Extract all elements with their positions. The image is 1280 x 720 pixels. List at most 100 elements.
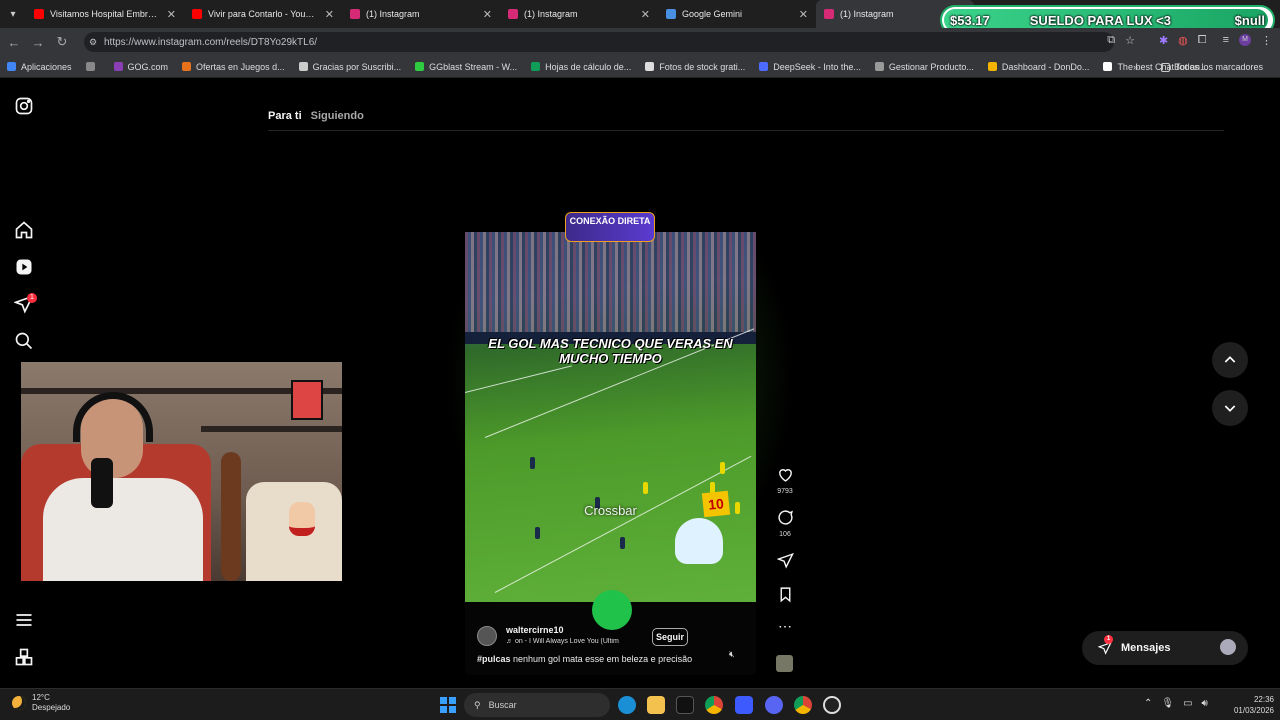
webcam-plush-toy (289, 502, 315, 536)
heart-icon (778, 469, 792, 482)
bookmark-item[interactable]: GGblast Stream - W... (408, 62, 524, 72)
extension-red-icon[interactable]: ◍ (1178, 34, 1188, 47)
bookmark-item[interactable]: DeepSeek - Into the... (752, 62, 868, 72)
player (643, 482, 648, 494)
discord-icon[interactable] (765, 696, 783, 714)
hashtag-link[interactable]: #pulcas (477, 654, 511, 664)
bookmark-favicon-icon (759, 62, 769, 71)
bookmark-label: Gracias por Suscribi... (312, 61, 402, 72)
folder-icon (1160, 62, 1170, 72)
reload-icon[interactable]: ↻ (50, 34, 74, 50)
reel-audio[interactable]: ♬ on - I Will Always Love You (Ultim (506, 638, 641, 645)
system-tray: ⌃ 🎙︎ ▭ 🔊︎ (1144, 698, 1208, 709)
file-explorer-icon[interactable] (647, 696, 665, 714)
messages-badge: 1 (1104, 635, 1113, 644)
tab-favicon-icon (34, 9, 44, 19)
bookmark-icon (780, 587, 790, 603)
bookmark-label: Gestionar Producto... (888, 61, 974, 72)
tab-siguiendo[interactable]: Siguiendo (311, 110, 364, 122)
site-info-icon[interactable]: ⚙ (89, 37, 97, 48)
start-button[interactable] (440, 697, 456, 713)
like-button[interactable]: 9793 (772, 466, 798, 495)
bookmark-label: Aplicaciones (21, 61, 72, 72)
display-icon[interactable]: ▭ (1183, 698, 1192, 709)
taskbar-search[interactable]: ⚲ Buscar (464, 693, 610, 717)
all-bookmarks-folder[interactable]: Todos los marcadores (1154, 62, 1270, 72)
microphone-icon[interactable]: 🎙︎ (1161, 698, 1174, 709)
bookmark-label: Fotos de stock grati... (659, 61, 746, 72)
edge-icon[interactable] (618, 696, 636, 714)
webcam-poster (291, 380, 323, 420)
bookmark-item[interactable]: Hojas de cálculo de... (524, 62, 638, 72)
reels-icon[interactable] (14, 257, 34, 277)
more-menu-icon[interactable] (14, 610, 34, 630)
taskbar-clock[interactable]: 22:36 01/03/2026 (1224, 694, 1274, 716)
close-tab-icon[interactable]: ✕ (799, 8, 808, 21)
browser-menu-icon[interactable]: ⋮ (1261, 34, 1272, 47)
reading-list-icon[interactable]: ≡ (1223, 34, 1229, 47)
close-tab-icon[interactable]: ✕ (641, 8, 650, 21)
chrome-profile-icon[interactable] (794, 696, 812, 714)
bookmark-item[interactable] (79, 62, 107, 71)
bookmark-item[interactable]: Aplicaciones (0, 62, 79, 72)
close-tab-icon[interactable]: ✕ (167, 8, 176, 21)
chevron-down-icon (1224, 405, 1236, 412)
user-avatar[interactable] (477, 626, 497, 646)
close-tab-icon[interactable]: ✕ (483, 8, 492, 21)
follow-button[interactable]: Seguir (652, 628, 688, 646)
back-icon[interactable]: ← (2, 35, 26, 50)
browser-tab[interactable]: (1) Instagram ✕ (500, 0, 658, 28)
bookmark-item[interactable]: Ofertas en Juegos d... (175, 62, 292, 72)
search-icon[interactable] (14, 331, 34, 351)
app-icon[interactable] (676, 696, 694, 714)
bookmark-item[interactable]: GOG.com (107, 62, 176, 72)
bookmark-favicon-icon (415, 62, 425, 71)
close-tab-icon[interactable]: ✕ (325, 8, 334, 21)
bookmark-item[interactable]: Fotos de stock grati... (638, 62, 752, 72)
share-button[interactable] (772, 552, 798, 574)
mute-icon[interactable]: 🔇︎ (729, 649, 735, 660)
browser-tab[interactable]: Vivir para Contarlo - YouTube ✕ (184, 0, 342, 28)
extension-icon[interactable]: ✱ (1159, 34, 1168, 47)
app-icon[interactable] (735, 696, 753, 714)
more-options-icon[interactable]: ⋯ (772, 618, 798, 635)
browser-tab[interactable]: Visitamos Hospital Embrujado c ✕ (26, 0, 184, 28)
weather-widget[interactable]: 12°C Despejado (12, 693, 70, 713)
forward-icon[interactable]: → (26, 35, 50, 50)
browser-tab[interactable]: (1) Instagram ✕ (342, 0, 500, 28)
bookmark-star-icon[interactable]: ☆ (1125, 34, 1135, 47)
bookmark-item[interactable]: Gestionar Producto... (868, 62, 981, 72)
tab-title: (1) Instagram (840, 9, 894, 19)
url-input[interactable]: ⚙ https://www.instagram.com/reels/DT8Yo2… (84, 32, 1114, 52)
chevron-up-icon[interactable]: ⌃ (1144, 698, 1152, 709)
chrome-icon[interactable] (705, 696, 723, 714)
tab-para-ti[interactable]: Para ti (268, 110, 302, 122)
extensions-puzzle-icon[interactable]: ⧠ (1198, 34, 1207, 47)
bookmarks-bar: Aplicaciones GOG.com Ofertas en Juegos d..… (0, 56, 1280, 78)
messages-button[interactable]: 1 Mensajes (1082, 631, 1248, 665)
instagram-logo-icon[interactable] (14, 96, 34, 116)
save-button[interactable] (772, 586, 798, 608)
stadium-stands (465, 232, 756, 337)
channel-brand-logo: CONEXÃO DIRETA (565, 212, 655, 242)
reel-video[interactable]: CONEXÃO DIRETA EL GOL MAS TECNICO QUE VE… (465, 158, 756, 675)
home-icon[interactable] (14, 220, 34, 240)
obs-icon[interactable] (823, 696, 841, 714)
browser-tab[interactable]: Google Gemini ✕ (658, 0, 816, 28)
previous-reel-button[interactable] (1212, 342, 1248, 378)
audio-thumbnail[interactable] (776, 655, 793, 672)
clock-time: 22:36 (1253, 695, 1274, 704)
comment-button[interactable]: 106 (772, 509, 798, 538)
tab-favicon-icon (350, 9, 360, 19)
also-from-meta-icon[interactable] (14, 647, 34, 667)
bookmark-item[interactable]: Dashboard - DonDo... (981, 62, 1097, 72)
field-line (465, 365, 572, 393)
tab-search-dropdown[interactable]: ▾ (0, 0, 26, 28)
profile-avatar-icon[interactable]: M (1239, 34, 1251, 46)
more-bookmarks-icon[interactable]: » (1133, 62, 1138, 72)
volume-icon[interactable]: 🔊︎ (1202, 698, 1208, 709)
bookmark-item[interactable]: Gracias por Suscribi... (292, 62, 409, 72)
reel-username[interactable]: waltercirne10 (506, 625, 564, 635)
install-app-icon[interactable]: ⧉ (1107, 34, 1115, 47)
next-reel-button[interactable] (1212, 390, 1248, 426)
